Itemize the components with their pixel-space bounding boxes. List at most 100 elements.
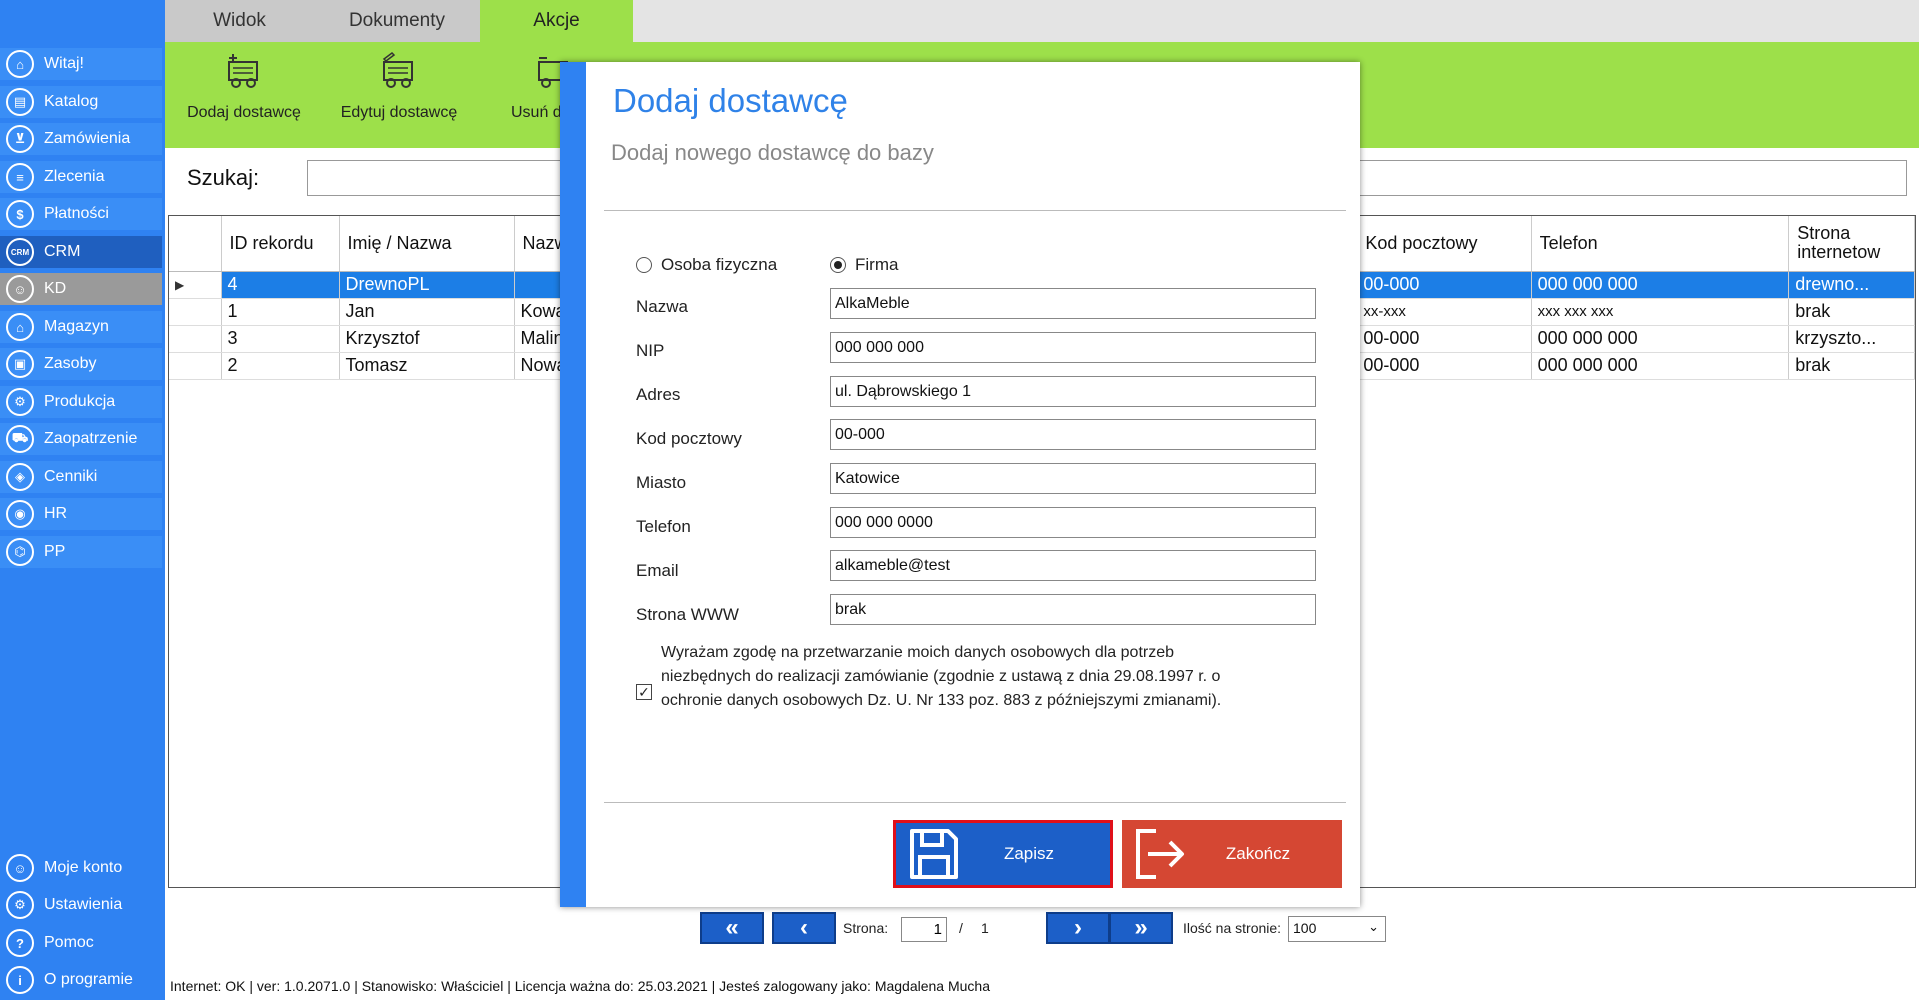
truck-edit-icon: [382, 52, 413, 88]
dialog-subtitle: Dodaj nowego dostawcę do bazy: [611, 140, 934, 165]
column-header-id[interactable]: ID rekordu: [221, 216, 340, 272]
per-page-value: 100: [1293, 920, 1317, 936]
column-header-phone[interactable]: Telefon: [1531, 216, 1790, 272]
sidebar-item-label: Zasoby: [44, 355, 97, 372]
row-header-column: [169, 216, 222, 272]
sidebar-item-ustawienia[interactable]: ⚙ Ustawienia: [0, 889, 162, 921]
column-header-name[interactable]: Imię / Nazwa: [339, 216, 515, 272]
table-row[interactable]: 1 Jan Kowa: [169, 298, 577, 326]
book-icon: ▤: [6, 88, 34, 116]
cell-name: DrewnoPL: [339, 271, 515, 299]
column-header-postal[interactable]: Kod pocztowy: [1356, 216, 1532, 272]
row-header: [169, 298, 222, 326]
table-row[interactable]: 00-000 000 000 000 drewno...: [1319, 271, 1915, 299]
tab-akcje[interactable]: Akcje: [480, 0, 633, 42]
consent-checkbox[interactable]: ✓: [636, 684, 652, 700]
sidebar-item-witaj[interactable]: ⌂ Witaj!: [0, 48, 162, 80]
email-field[interactable]: [830, 550, 1316, 581]
tab-widok[interactable]: Widok: [165, 0, 314, 42]
table-row[interactable]: st 00-000 000 000 000 brak: [1319, 352, 1915, 380]
cell-postal: xx-xxx: [1356, 298, 1532, 326]
sidebar-item-kd[interactable]: ☺ KD: [0, 273, 162, 305]
home-icon: ⌂: [6, 50, 34, 78]
table-row[interactable]: ... 00-000 000 000 000 krzyszto...: [1319, 325, 1915, 353]
sidebar-item-cenniki[interactable]: ◈ Cenniki: [0, 461, 162, 493]
sidebar-item-zasoby[interactable]: ▣ Zasoby: [0, 348, 162, 380]
table-row[interactable]: 3 Krzysztof Malin: [169, 325, 577, 353]
sidebar-item-label: CRM: [44, 243, 81, 260]
chevron-down-icon: ⌄: [1368, 919, 1379, 934]
sidebar-item-pp[interactable]: ⌬ PP: [0, 536, 162, 568]
phone-field[interactable]: [830, 507, 1316, 538]
radio-label: Firma: [855, 255, 899, 274]
radio-circle: [830, 257, 846, 273]
chevron-right-icon: ›: [1074, 914, 1082, 941]
status-bar: Internet: OK | ver: 1.0.2071.0 | Stanowi…: [170, 978, 991, 994]
close-button[interactable]: Zakończ: [1122, 820, 1342, 888]
name-field[interactable]: [830, 288, 1316, 319]
row-header: [169, 325, 222, 353]
table-row[interactable]: 2 Tomasz Nowa: [169, 352, 577, 380]
last-page-button[interactable]: »: [1109, 912, 1173, 944]
sidebar-item-magazyn[interactable]: ⌂ Magazyn: [0, 311, 162, 343]
edit-supplier-button[interactable]: Edytuj dostawcę: [335, 42, 463, 148]
cell-phone: xxx xxx xxx: [1531, 298, 1790, 326]
box-icon: ▣: [6, 350, 34, 378]
radio-person[interactable]: Osoba fizyczna: [636, 255, 777, 275]
ribbon-button-label: Edytuj dostawcę: [340, 104, 458, 121]
add-supplier-button[interactable]: Dodaj dostawcę: [180, 42, 308, 148]
cell-phone: 000 000 000: [1531, 352, 1790, 380]
consent-text: Wyrażam zgodę na przetwarzanie moich dan…: [661, 644, 1222, 709]
cell-www: drewno...: [1788, 271, 1915, 299]
tag-icon: ◈: [6, 463, 34, 491]
field-label-address: Adres: [636, 385, 681, 404]
sidebar-item-zaopatrzenie[interactable]: ⛟ Zaopatrzenie: [0, 423, 162, 455]
postal-field[interactable]: [830, 419, 1316, 450]
first-page-button[interactable]: «: [700, 912, 764, 944]
next-page-button[interactable]: ›: [1046, 912, 1110, 944]
city-field[interactable]: [830, 463, 1316, 494]
sidebar-item-zlecenia[interactable]: ≡ Zlecenia: [0, 161, 162, 193]
cell-postal: 00-000: [1356, 352, 1532, 380]
sidebar-item-produkcja[interactable]: ⚙ Produkcja: [0, 386, 162, 418]
sidebar-item-crm[interactable]: CRM CRM: [0, 236, 162, 268]
sidebar-item-label: Cenniki: [44, 468, 98, 485]
search-label: Szukaj:: [187, 165, 260, 190]
page-input[interactable]: [901, 917, 947, 942]
truck-icon: ⛟: [6, 425, 34, 453]
save-button[interactable]: Zapisz: [893, 820, 1113, 888]
cell-id: 4: [221, 271, 340, 299]
per-page-select[interactable]: 100 ⌄: [1288, 916, 1386, 942]
sidebar: ⌂ Witaj! ▤ Katalog ⊻ Zamówienia ≡ Zlecen…: [0, 0, 165, 1000]
sidebar-item-o-programie[interactable]: i O programie: [0, 964, 162, 996]
radio-circle: [636, 257, 652, 273]
row-header: [169, 352, 222, 380]
factory-icon: ⌬: [6, 538, 34, 566]
radio-company[interactable]: Firma: [830, 255, 898, 275]
cell-phone: 000 000 000: [1531, 325, 1790, 353]
list-icon: ≡: [6, 163, 34, 191]
sidebar-item-label: Magazyn: [44, 318, 109, 335]
divider: [604, 210, 1346, 211]
sidebar-item-moje-konto[interactable]: ☺ Moje konto: [0, 852, 162, 884]
column-header-www[interactable]: Strona internetow: [1788, 216, 1915, 272]
prev-page-button[interactable]: ‹: [772, 912, 836, 944]
nip-field[interactable]: [830, 332, 1316, 363]
info-icon: i: [6, 966, 34, 994]
sidebar-item-label: Zaopatrzenie: [44, 430, 138, 447]
sidebar-item-label: HR: [44, 505, 68, 522]
cell-phone: 000 000 000: [1531, 271, 1790, 299]
sidebar-item-pomoc[interactable]: ? Pomoc: [0, 927, 162, 959]
table-row[interactable]: ▶ 4 DrewnoPL: [169, 271, 577, 299]
sidebar-item-platnosci[interactable]: $ Płatności: [0, 198, 162, 230]
sidebar-item-katalog[interactable]: ▤ Katalog: [0, 86, 162, 118]
gear-icon: ⚙: [6, 388, 34, 416]
dollar-icon: $: [6, 200, 34, 228]
table-row[interactable]: xx-xxx xxx xxx xxx brak: [1319, 298, 1915, 326]
sidebar-item-zamowienia[interactable]: ⊻ Zamówienia: [0, 123, 162, 155]
tab-dokumenty[interactable]: Dokumenty: [314, 0, 480, 42]
www-field[interactable]: [830, 594, 1316, 625]
sidebar-item-label: Produkcja: [44, 393, 116, 410]
address-field[interactable]: [830, 376, 1316, 407]
sidebar-item-hr[interactable]: ◉ HR: [0, 498, 162, 530]
